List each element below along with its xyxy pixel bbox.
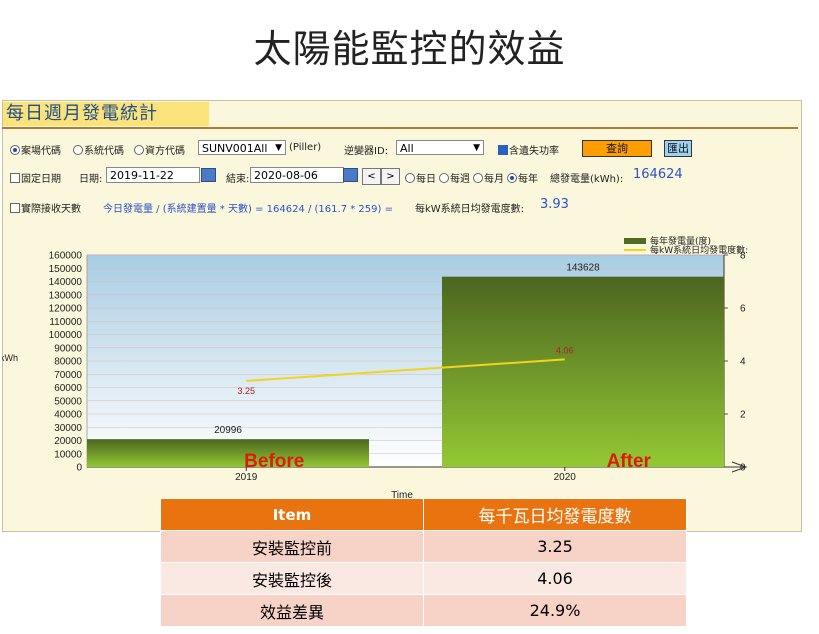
start-date-input[interactable]: 2019-11-22 — [106, 167, 200, 183]
radio-monthly[interactable]: 每月 — [473, 170, 504, 185]
radio-icon — [439, 173, 449, 183]
table-row: 安裝監控前 3.25 — [160, 530, 687, 563]
y-tick-label: 100000 — [49, 330, 83, 341]
y-tick-label: 60000 — [54, 383, 82, 394]
row-value: 4.06 — [423, 562, 687, 595]
checkbox-checked-icon — [498, 145, 508, 155]
bar-value-label: 20996 — [214, 425, 242, 436]
actual-days-checkbox[interactable]: 實際接收天數 — [10, 200, 81, 215]
line-value-label: 3.25 — [237, 386, 255, 396]
radio-icon — [405, 173, 415, 183]
y-tick-label: 140000 — [49, 277, 83, 288]
bar — [87, 439, 369, 467]
avg-value: 3.93 — [540, 197, 569, 212]
row-label: 安裝監控後 — [160, 562, 424, 595]
total-generation-label: 總發電量(kWh): — [550, 174, 624, 185]
inverter-select[interactable]: All ▼ — [396, 140, 484, 155]
calendar-icon[interactable] — [343, 168, 358, 182]
radio-selected-icon — [10, 145, 20, 155]
inverter-label: 逆變器ID: — [344, 146, 389, 157]
station-select[interactable]: SUNV001All ▼ — [198, 140, 286, 155]
y-tick-label: 130000 — [49, 290, 83, 301]
y-tick-label: 70000 — [54, 370, 82, 381]
radio-selected-icon — [507, 173, 517, 183]
before-annotation: Before — [244, 451, 304, 472]
total-generation-value: 164624 — [633, 167, 683, 182]
checkbox-icon — [10, 173, 20, 183]
end-date-label: 結束: — [226, 174, 250, 185]
legend-line-label: 每kW系統日均發電度數: — [650, 244, 748, 256]
table-row: 效益差異 24.9% — [160, 594, 687, 627]
y-tick-label: 110000 — [49, 317, 82, 328]
row-label: 安裝監控前 — [160, 530, 424, 563]
row-value: 3.25 — [423, 530, 687, 563]
y-tick-label: 120000 — [49, 304, 83, 315]
y-tick-label: 150000 — [49, 264, 83, 275]
slide-title: 太陽能監控的效益 — [253, 27, 566, 71]
y-tick-label: 20000 — [54, 436, 82, 447]
formula-text: 今日發電量 / (系統建置量 * 天數) = 164624 / (161.7 *… — [103, 204, 393, 215]
row-value: 24.9% — [423, 594, 687, 627]
avg-label: 每kW系統日均發電度數: — [415, 204, 525, 215]
panel-title: 每日週月發電統計 — [3, 102, 209, 126]
bar — [442, 276, 724, 467]
prev-period-button[interactable]: < — [362, 168, 381, 185]
radio-yearly[interactable]: 每年 — [507, 170, 538, 185]
radio-weekly[interactable]: 每週 — [439, 170, 470, 185]
include-loss-checkbox[interactable]: 含遺失功率 — [498, 142, 559, 157]
y-tick-label: 10000 — [54, 449, 82, 460]
export-button[interactable]: 匯出 — [664, 140, 692, 157]
date-label: 日期: — [79, 174, 103, 185]
header-daily-kwh: 每千瓦日均發電度數 — [423, 498, 687, 531]
chevron-down-icon: ▼ — [473, 143, 480, 153]
table-row: 安裝監控後 4.06 — [160, 562, 687, 595]
y2-tick-label: 6 — [740, 304, 746, 315]
fixed-date-checkbox[interactable]: 固定日期 — [10, 170, 61, 185]
y2-tick-label: 2 — [740, 410, 746, 421]
row-label: 效益差異 — [160, 594, 424, 627]
table-header-row: Item 每千瓦日均發電度數 — [160, 498, 687, 531]
calendar-icon[interactable] — [201, 168, 216, 182]
panel-title-divider — [2, 127, 798, 129]
bar-value-label: 143628 — [566, 263, 600, 274]
y-tick-label: 90000 — [54, 343, 82, 354]
radio-icon — [473, 173, 483, 183]
checkbox-icon — [10, 203, 20, 213]
station-note: (Piller) — [289, 142, 322, 153]
radio-daily[interactable]: 每日 — [405, 170, 436, 185]
comparison-table: Item 每千瓦日均發電度數 安裝監控前 3.25 安裝監控後 4.06 效益差… — [160, 498, 687, 627]
chevron-down-icon: ▼ — [275, 143, 282, 153]
y-tick-label: 50000 — [54, 396, 82, 407]
radio-station-code[interactable]: 案場代碼 — [10, 142, 61, 157]
query-button[interactable]: 查詢 — [582, 140, 652, 157]
y-tick-label: 40000 — [54, 410, 82, 421]
y-tick-label: 80000 — [54, 357, 82, 368]
radio-owner-code[interactable]: 資方代碼 — [134, 142, 185, 157]
y-tick-label: 30000 — [54, 423, 82, 434]
radio-icon — [134, 145, 144, 155]
annual-generation-chart: 0 10000 20000 30000 40000 50000 60000 70000 8000… — [2, 235, 748, 501]
x-tick-label: 2019 — [235, 472, 258, 483]
header-item: Item — [160, 498, 424, 531]
y2-tick-label: 4 — [740, 357, 746, 368]
radio-icon — [73, 145, 83, 155]
y-axis-label: kWh — [2, 353, 18, 363]
after-annotation: After — [607, 451, 652, 472]
y-tick-label: 0 — [76, 463, 82, 474]
radio-system-code[interactable]: 系統代碼 — [73, 142, 124, 157]
y-tick-label: 160000 — [49, 251, 83, 262]
line-value-label: 4.06 — [556, 345, 574, 355]
x-tick-label: 2020 — [554, 472, 577, 483]
end-date-input[interactable]: 2020-08-06 — [250, 167, 344, 183]
next-period-button[interactable]: > — [381, 168, 400, 185]
legend-bar-swatch — [624, 238, 646, 244]
